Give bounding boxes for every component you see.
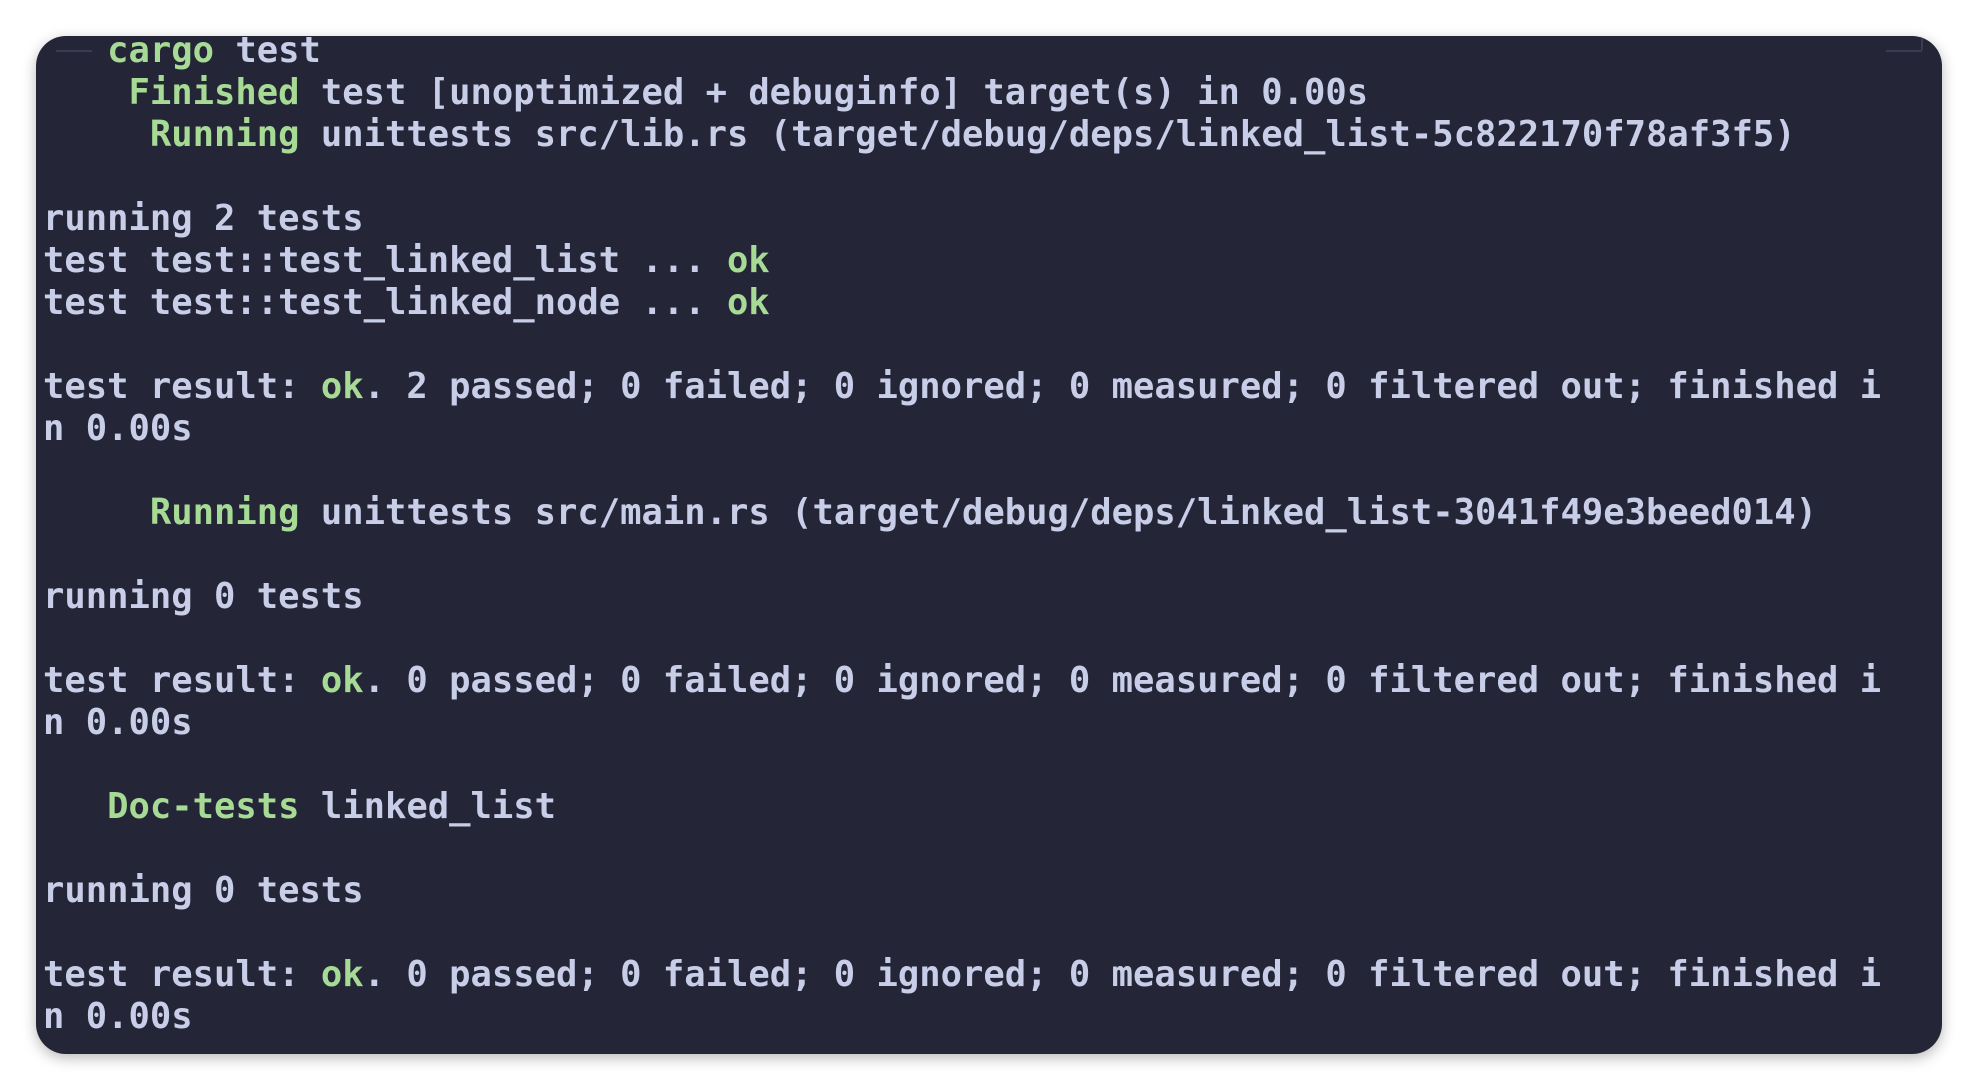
terminal-text: n 0.00s <box>43 996 193 1037</box>
terminal-status-word: Running <box>149 114 300 155</box>
terminal-line: running 0 tests <box>43 870 1942 912</box>
terminal-text: test test::test_linked_node ... <box>43 282 727 323</box>
terminal-line: cargo test <box>43 36 1942 72</box>
terminal-line: Running unittests src/lib.rs (target/deb… <box>43 114 1942 156</box>
terminal-text: unittests src/main.rs (target/debug/deps… <box>299 492 1817 533</box>
terminal-text: test result: <box>43 366 321 407</box>
terminal-text: linked_list <box>299 786 556 827</box>
terminal-text: . 0 passed; 0 failed; 0 ignored; 0 measu… <box>363 660 1882 701</box>
terminal-text: test result: <box>43 660 321 701</box>
terminal-line: Finished test [unoptimized + debuginfo] … <box>43 72 1942 114</box>
terminal-text: . 0 passed; 0 failed; 0 ignored; 0 measu… <box>363 954 1882 995</box>
terminal-text: test result: <box>43 954 321 995</box>
terminal-status-word: Finished <box>128 72 300 113</box>
terminal-status-word: ok <box>320 954 364 995</box>
terminal-line: n 0.00s <box>43 996 1942 1038</box>
terminal-line: running 0 tests <box>43 576 1942 618</box>
terminal-line: Running unittests src/main.rs (target/de… <box>43 492 1942 534</box>
terminal-text: unittests src/lib.rs (target/debug/deps/… <box>299 114 1796 155</box>
terminal-status-word: Running <box>149 492 300 533</box>
terminal-text: running 2 tests <box>43 198 364 239</box>
terminal-text: test test::test_linked_list ... <box>43 240 727 281</box>
terminal-text: n 0.00s <box>43 702 193 743</box>
terminal-text: running 0 tests <box>43 870 364 911</box>
terminal-line: test test::test_linked_list ... ok <box>43 240 1942 282</box>
terminal-status-word: Doc-tests <box>107 786 300 827</box>
terminal-text: test [unoptimized + debuginfo] target(s)… <box>299 72 1369 113</box>
terminal-status-word: ok <box>726 282 770 323</box>
terminal-status-word: ok <box>320 660 364 701</box>
terminal-text: test <box>214 36 321 71</box>
terminal-line: running 2 tests <box>43 198 1942 240</box>
terminal-text: n 0.00s <box>43 408 193 449</box>
terminal-window: cargo test Finished test [unoptimized + … <box>36 36 1942 1054</box>
terminal-status-word: cargo <box>107 36 214 71</box>
terminal-line: test result: ok. 2 passed; 0 failed; 0 i… <box>43 366 1942 408</box>
terminal-line: Doc-tests linked_list <box>43 786 1942 828</box>
terminal-text: . 2 passed; 0 failed; 0 ignored; 0 measu… <box>363 366 1882 407</box>
terminal-line: n 0.00s <box>43 702 1942 744</box>
terminal-status-word: ok <box>320 366 364 407</box>
terminal-line: test test::test_linked_node ... ok <box>43 282 1942 324</box>
terminal-status-word: ok <box>726 240 770 281</box>
terminal-output[interactable]: cargo test Finished test [unoptimized + … <box>43 36 1942 1038</box>
terminal-line: n 0.00s <box>43 408 1942 450</box>
terminal-line: test result: ok. 0 passed; 0 failed; 0 i… <box>43 954 1942 996</box>
terminal-text: running 0 tests <box>43 576 364 617</box>
terminal-line: test result: ok. 0 passed; 0 failed; 0 i… <box>43 660 1942 702</box>
